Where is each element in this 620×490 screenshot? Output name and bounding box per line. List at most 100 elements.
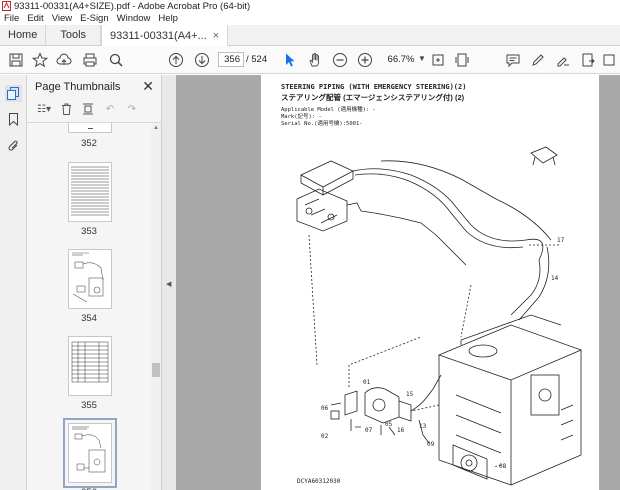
callout-label: 15	[406, 391, 414, 398]
tab-document[interactable]: 93311-00331(A4+... ×	[101, 25, 229, 47]
tab-home[interactable]: Home	[0, 25, 47, 45]
tab-bar: Home Tools 93311-00331(A4+... ×	[0, 25, 620, 47]
more-tools-button[interactable]	[600, 50, 620, 70]
callout-label: 07	[365, 427, 373, 434]
document-view[interactable]: STEERING PIPING (WITH EMERGENCY STEERING…	[176, 75, 620, 490]
bookmarks-nav-button[interactable]	[5, 111, 22, 128]
callout-label: 13	[419, 423, 427, 430]
thumbnail-page-353[interactable]	[68, 162, 112, 222]
thumbnail-page-355[interactable]	[68, 336, 112, 396]
share-button[interactable]	[578, 50, 598, 70]
printer-icon	[83, 53, 97, 67]
page-thumbnails-panel: Page Thumbnails ✕ ☷▾ ↶ ↷ 352 353 354 355…	[27, 75, 162, 490]
arrow-up-circle-icon	[169, 53, 183, 67]
menu-help[interactable]: Help	[154, 13, 182, 24]
toolbar: 356 / 524 66.7% ▼	[0, 46, 620, 74]
thumbnail-page-354[interactable]	[68, 249, 112, 309]
save-button[interactable]	[6, 50, 26, 70]
thumbnail-list: 352 353 354 355	[27, 123, 151, 490]
callout-label: 02	[321, 433, 329, 440]
navigation-rail	[0, 75, 27, 490]
thumbnail-parts-list-graphic	[71, 341, 109, 383]
rotate-right-icon[interactable]: ↷	[123, 101, 141, 117]
acrobat-window: 93311-00331(A4+SIZE).pdf - Adobe Acrobat…	[0, 0, 620, 490]
tab-close-icon[interactable]: ×	[213, 30, 219, 42]
comment-button[interactable]	[503, 50, 523, 70]
panel-splitter[interactable]: ◀	[162, 75, 176, 490]
thumbnail-scrollbar[interactable]: ▲	[151, 123, 161, 490]
pen-icon	[532, 54, 544, 66]
view-mode-button[interactable]	[452, 50, 472, 70]
callout-label: 06	[321, 405, 329, 412]
tab-tools-label: Tools	[60, 29, 87, 41]
rotate-left-icon[interactable]: ↶	[101, 101, 119, 117]
page-thumbnails-nav-button[interactable]	[5, 85, 22, 102]
attachments-nav-button[interactable]	[5, 137, 22, 154]
cloud-upload-icon	[56, 53, 72, 65]
thumbnail-page-352[interactable]	[68, 123, 112, 133]
zoom-dropdown-chevron-icon[interactable]: ▼	[418, 54, 426, 63]
scroll-up-arrow-icon[interactable]: ▲	[153, 125, 159, 131]
pdf-page: STEERING PIPING (WITH EMERGENCY STEERING…	[261, 75, 599, 490]
callout-label: 05	[385, 421, 393, 428]
thumbnail-table-graphic	[71, 166, 109, 216]
callout-label: 16	[397, 427, 405, 434]
star-icon	[32, 52, 48, 68]
menu-esign[interactable]: E-Sign	[76, 13, 113, 24]
page-fit-icon	[432, 54, 444, 66]
delete-page-icon[interactable]	[57, 101, 75, 117]
thumbnail-current-page-graphic	[72, 426, 106, 473]
callout-label: 01	[363, 379, 371, 386]
sign-button[interactable]	[553, 50, 573, 70]
zoom-out-button[interactable]	[330, 50, 350, 70]
options-menu-icon[interactable]: ☷▾	[35, 101, 53, 117]
page-fit-button[interactable]	[428, 50, 448, 70]
share-doc-icon	[582, 53, 595, 67]
comment-icon	[506, 54, 520, 68]
thumbnail-label: 354	[81, 313, 97, 324]
steering-piping-drawing	[296, 146, 583, 486]
collapse-panel-arrow-icon[interactable]: ◀	[166, 280, 171, 288]
menu-view[interactable]: View	[48, 13, 76, 24]
window-title: 93311-00331(A4+SIZE).pdf - Adobe Acrobat…	[14, 0, 251, 12]
panel-title: Page Thumbnails	[35, 81, 121, 93]
highlight-button[interactable]	[528, 50, 548, 70]
tab-tools[interactable]: Tools	[46, 25, 102, 45]
thumbnail-drawing-graphic	[72, 252, 104, 303]
previous-page-button[interactable]	[166, 50, 186, 70]
hand-icon	[309, 53, 319, 67]
callout-label: 14	[551, 275, 559, 282]
menu-file[interactable]: File	[0, 13, 23, 24]
upload-button[interactable]	[54, 50, 74, 70]
scrollbar-thumb[interactable]	[152, 363, 160, 377]
panel-close-icon[interactable]: ✕	[142, 78, 154, 95]
pdf-app-icon	[2, 1, 11, 11]
drawing-code: DCYA60312030	[297, 478, 341, 485]
scroll-view-icon	[455, 53, 469, 67]
select-tool-button[interactable]	[280, 50, 300, 70]
zoom-level-select[interactable]: 66.7%	[382, 52, 420, 67]
insert-page-icon[interactable]	[79, 101, 97, 117]
thumbnail-label: 355	[81, 400, 97, 411]
print-button[interactable]	[80, 50, 100, 70]
copy-pages-icon	[7, 87, 19, 100]
tab-document-label: 93311-00331(A4+...	[110, 29, 207, 42]
page-total: / 524	[246, 54, 268, 65]
minus-circle-icon	[333, 53, 347, 67]
next-page-button[interactable]	[192, 50, 212, 70]
find-button[interactable]	[106, 50, 126, 70]
page-number-input[interactable]: 356	[218, 52, 244, 67]
bookmark-star-button[interactable]	[30, 50, 50, 70]
bookmark-icon	[9, 113, 18, 126]
tools-icon	[603, 54, 615, 66]
cursor-arrow-icon	[286, 53, 295, 67]
zoom-in-button[interactable]	[355, 50, 375, 70]
menu-window[interactable]: Window	[113, 13, 155, 24]
hand-tool-button[interactable]	[305, 50, 325, 70]
tab-home-label: Home	[8, 29, 38, 41]
menu-edit[interactable]: Edit	[23, 13, 47, 24]
save-icon	[9, 53, 23, 67]
callout-label: 17	[557, 237, 565, 244]
arrow-down-circle-icon	[195, 53, 209, 67]
thumbnail-page-356[interactable]	[63, 418, 117, 488]
